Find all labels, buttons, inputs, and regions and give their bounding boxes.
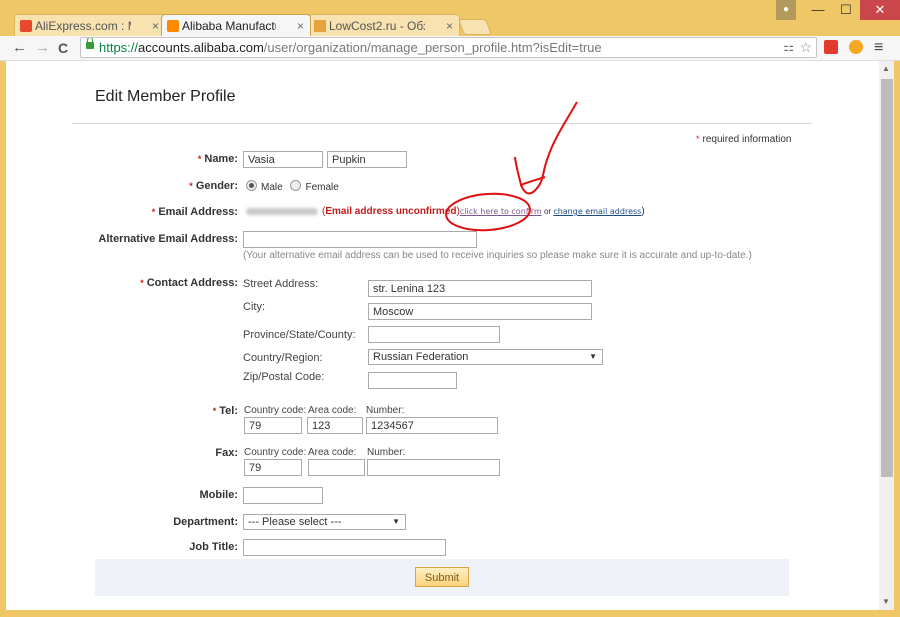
alt-email-hint: (Your alternative email address can be u… xyxy=(243,250,752,261)
back-icon[interactable]: ← xyxy=(12,38,27,58)
tel-number-label: Number: xyxy=(366,405,405,416)
province-input[interactable] xyxy=(368,326,500,343)
gender-label: * Gender: xyxy=(189,180,238,192)
confirm-email-link[interactable]: click here to confirm xyxy=(460,207,542,216)
vertical-scrollbar[interactable]: ▲ ▼ xyxy=(879,61,894,610)
email-unconfirmed-status: Email address unconfirmed xyxy=(325,206,457,217)
city-input[interactable] xyxy=(368,303,592,320)
fax-country-code-label: Country code: xyxy=(244,447,307,458)
minimize-button[interactable]: — xyxy=(805,0,831,20)
gender-female-radio[interactable] xyxy=(290,180,302,191)
contact-address-label: * Contact Address: xyxy=(140,277,238,289)
change-email-link[interactable]: change email address xyxy=(553,207,641,216)
annotation-arrow-icon xyxy=(520,101,578,195)
bookmark-star-icon[interactable]: ☆ xyxy=(799,38,812,57)
mobile-input[interactable] xyxy=(243,487,323,504)
page-viewport: Edit Member Profile * required informatio… xyxy=(6,61,879,610)
menu-icon[interactable]: ≡ xyxy=(874,38,883,58)
city-label: City: xyxy=(243,301,265,313)
new-tab-button[interactable] xyxy=(458,19,492,35)
address-bar[interactable]: https://accounts.alibaba.com/user/organi… xyxy=(80,37,817,58)
browser-titlebar: AliExpress.com : My A × Alibaba Manufact… xyxy=(0,0,900,36)
name-label: * Name: xyxy=(197,153,238,165)
street-input[interactable] xyxy=(368,280,592,297)
submit-button[interactable]: Submit xyxy=(415,567,469,587)
search-extension-icon[interactable] xyxy=(849,40,863,54)
aliexpress-favicon-icon xyxy=(20,20,32,32)
fax-label: Fax: xyxy=(215,447,238,459)
tel-area-code-label: Area code: xyxy=(308,405,357,416)
email-status-row: (Email address unconfirmed)click here to… xyxy=(246,206,645,217)
annotation-arrowhead-icon xyxy=(514,156,546,187)
translate-icon[interactable]: ⚏ xyxy=(783,38,794,57)
tel-label: * Tel: xyxy=(212,405,238,417)
user-profile-icon[interactable]: ● xyxy=(776,0,796,20)
tab-close-icon[interactable]: × xyxy=(297,15,304,36)
street-label: Street Address: xyxy=(243,278,319,290)
required-note: * required information xyxy=(696,134,792,145)
job-title-input[interactable] xyxy=(243,539,446,556)
scroll-up-icon[interactable]: ▲ xyxy=(882,64,890,73)
tel-country-code-input[interactable] xyxy=(244,417,302,434)
department-label: Department: xyxy=(173,516,238,528)
close-window-button[interactable]: ✕ xyxy=(860,0,900,20)
tab-close-icon[interactable]: × xyxy=(152,15,159,36)
fax-area-code-input[interactable] xyxy=(308,459,365,476)
department-select[interactable]: --- Please select --- ▼ xyxy=(243,514,406,530)
gender-male-radio[interactable] xyxy=(246,180,257,191)
chevron-down-icon: ▼ xyxy=(392,517,400,526)
tel-country-code-label: Country code: xyxy=(244,405,307,416)
scrollbar-thumb[interactable] xyxy=(881,79,893,477)
tab-close-icon[interactable]: × xyxy=(446,15,453,36)
tab-aliexpress[interactable]: AliExpress.com : My A × xyxy=(14,14,166,36)
browser-toolbar: ← → C https://accounts.alibaba.com/user/… xyxy=(0,36,900,61)
email-value-redacted xyxy=(246,207,318,215)
first-name-input[interactable] xyxy=(243,151,323,168)
fax-country-code-input[interactable] xyxy=(244,459,302,476)
fax-number-input[interactable] xyxy=(367,459,500,476)
cart-favicon-icon xyxy=(314,20,326,32)
cart-extension-icon[interactable] xyxy=(824,40,838,54)
alibaba-favicon-icon xyxy=(167,20,179,32)
alt-email-input[interactable] xyxy=(243,231,477,248)
alt-email-label: Alternative Email Address: xyxy=(98,233,238,245)
zip-input[interactable] xyxy=(368,372,457,389)
reload-icon[interactable]: C xyxy=(58,38,68,58)
mobile-label: Mobile: xyxy=(199,489,239,501)
last-name-input[interactable] xyxy=(327,151,407,168)
country-select[interactable]: Russian Federation ▼ xyxy=(368,349,603,365)
country-label: Country/Region: xyxy=(243,352,323,364)
tab-lowcost2[interactable]: LowCost2.ru - Обзор × xyxy=(308,14,460,36)
maximize-button[interactable]: ☐ xyxy=(833,0,859,20)
forward-icon[interactable]: → xyxy=(35,38,50,58)
submit-bar: Submit xyxy=(95,559,789,596)
lock-icon xyxy=(86,38,94,49)
job-title-label: Job Title: xyxy=(189,541,238,553)
fax-area-code-label: Area code: xyxy=(308,447,357,458)
tel-number-input[interactable] xyxy=(366,417,498,434)
email-label: * Email Address: xyxy=(151,206,238,218)
chevron-down-icon: ▼ xyxy=(589,352,597,361)
fax-number-label: Number: xyxy=(367,447,406,458)
window-bottom-border xyxy=(0,610,900,617)
page-title: Edit Member Profile xyxy=(95,88,236,105)
title-divider xyxy=(72,123,812,124)
zip-label: Zip/Postal Code: xyxy=(243,371,325,383)
scroll-down-icon[interactable]: ▼ xyxy=(882,597,890,606)
tel-area-code-input[interactable] xyxy=(307,417,363,434)
province-label: Province/State/County: xyxy=(243,329,356,341)
gender-radio-group: Male Female xyxy=(246,180,339,193)
tab-alibaba[interactable]: Alibaba Manufacture × xyxy=(161,14,311,36)
